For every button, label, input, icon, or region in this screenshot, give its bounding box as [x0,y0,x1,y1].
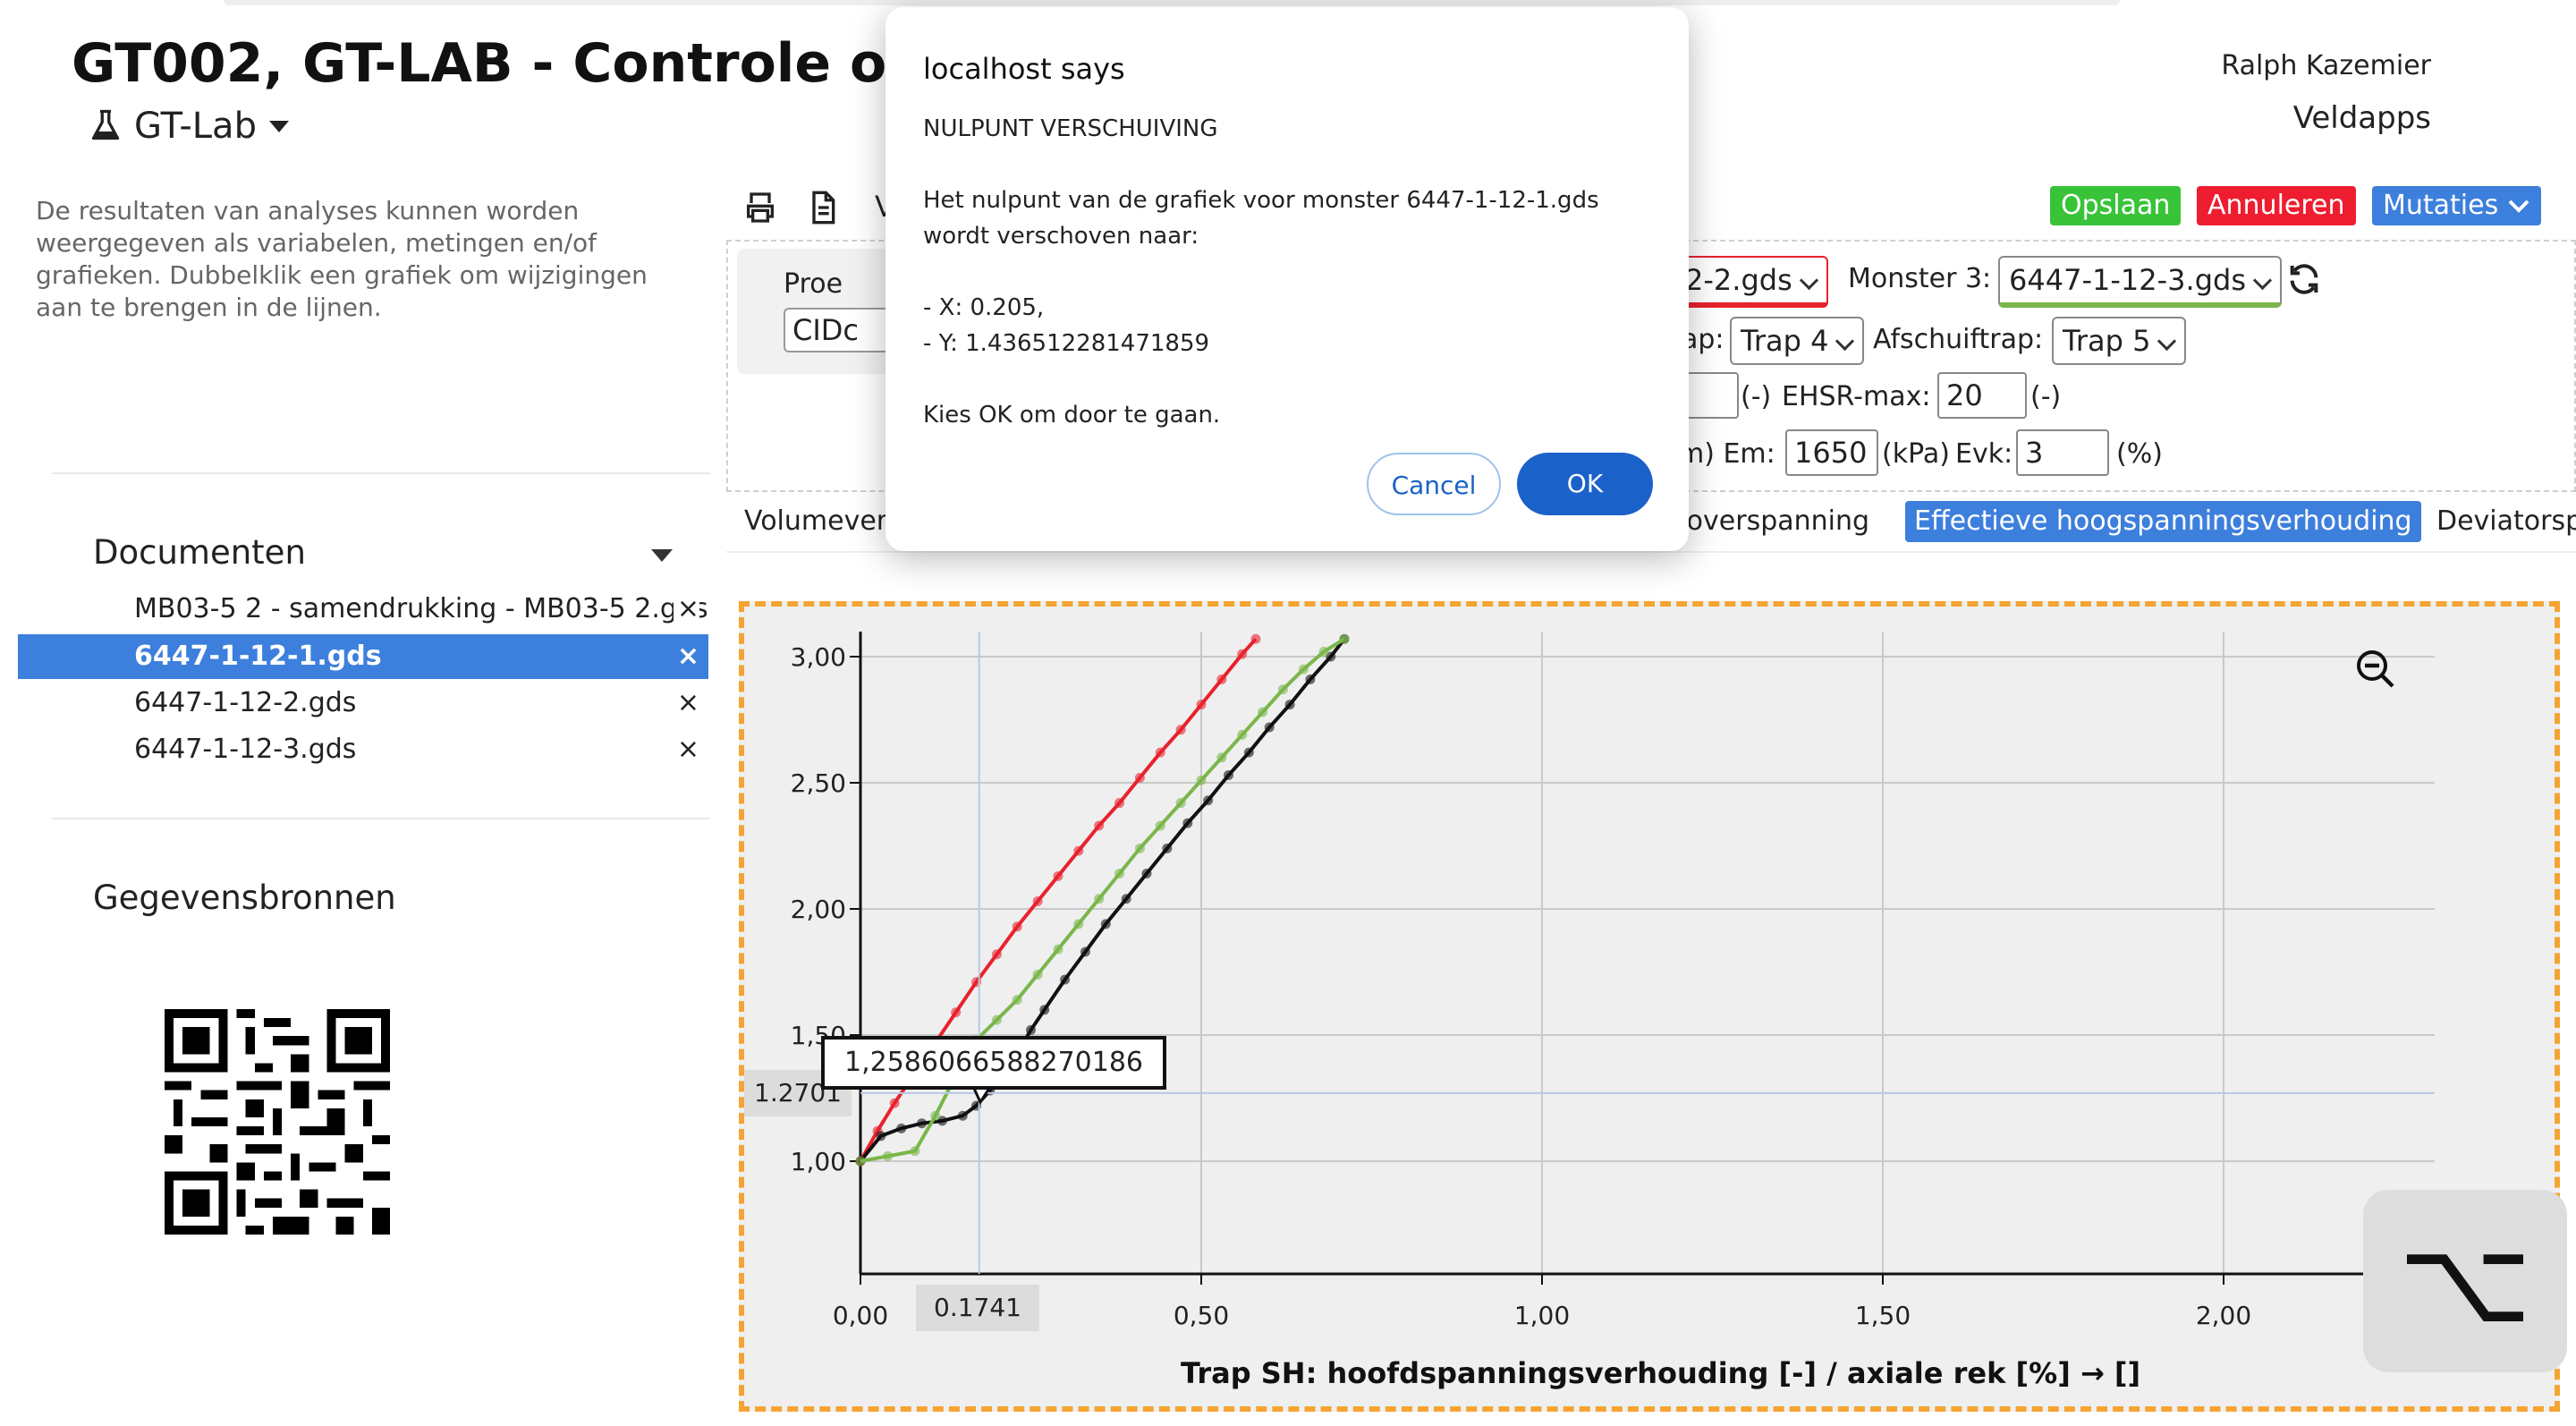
em-input[interactable]: 1650 [1785,429,1878,476]
apps-link[interactable]: Veldapps [2293,100,2431,136]
chevron-down-icon [2157,331,2177,352]
alert-dialog: localhost says NULPUNT VERSCHUIVING Het … [886,7,1689,551]
document-item-active[interactable]: 6447-1-12-1.gds × [18,634,708,679]
evk-unit: (%) [2116,438,2163,470]
lab-menu-label: GT-Lab [134,106,257,147]
page-title: GT002, GT-LAB - Controle onde [72,32,1000,95]
monster2-value: 2-2.gds [1685,263,1792,297]
qr-code-icon [165,1009,390,1235]
dialog-cancel-button[interactable]: Cancel [1367,453,1501,515]
divider [52,818,710,819]
document-icon[interactable] [805,190,841,225]
sources-title: Gegevensbronnen [93,879,396,917]
ehsr-max-label: EHSR-max: [1782,381,1931,412]
close-icon[interactable]: × [677,727,699,772]
dialog-ok-button[interactable]: OK [1517,453,1653,515]
evk-label: Evk: [1955,438,2013,470]
tab-volumeverandering[interactable]: Volumevera [744,501,904,542]
user-name[interactable]: Ralph Kazemier [2221,50,2431,81]
document-label: 6447-1-12-2.gds [134,687,357,718]
close-icon[interactable]: × [673,587,699,632]
proef-select[interactable]: CIDc [784,308,902,352]
mutations-button[interactable]: Mutaties [2372,186,2542,225]
chevron-down-icon [2508,199,2529,213]
close-icon[interactable]: × [677,681,699,726]
afschuiftrap-label: Afschuiftrap: [1873,324,2044,355]
monster3-label: Monster 3: [1848,263,1992,294]
tabs-divider [726,551,2576,553]
caret-down-icon [268,120,289,132]
afschuiftrap-value: Trap 5 [2063,324,2151,358]
em-label: m) Em: [1678,438,1775,470]
tab-poriewateroverspanning[interactable]: roverspanning [1676,501,1869,542]
close-icon[interactable]: × [677,634,699,679]
browser-top-strip [224,0,2120,5]
chart-tooltip: 1,2586066588270186 [821,1036,1167,1090]
chevron-down-icon [1835,331,1855,352]
intro-text: De resultaten van analyses kunnen worden… [36,196,648,322]
evk-input[interactable]: 3 [2016,429,2109,476]
chevron-down-icon [1799,270,1818,291]
monster2-select[interactable]: 2-2.gds [1674,256,1828,308]
cancel-button[interactable]: Annuleren [2197,186,2356,225]
afschuiftrap-select[interactable]: Trap 5 [2052,317,2187,365]
tab-effectieve-hoogspanningsverhouding[interactable]: Effectieve hoogspanningsverhouding [1905,501,2421,542]
document-label: MB03-5 2 - samendrukking - MB03-5 2.gds [134,593,708,624]
trap-select[interactable]: Trap 4 [1730,317,1865,365]
divider [52,472,710,474]
tab-deviatorspanning[interactable]: Deviatorsp [2436,501,2576,542]
x-cursor-label: 0.1741 [916,1285,1039,1331]
dialog-message: NULPUNT VERSCHUIVING Het nulpunt van de … [923,115,1599,429]
documents-collapse-icon[interactable] [651,549,673,562]
mutations-label: Mutaties [2383,190,2499,221]
unit-label: (-) [2030,381,2062,412]
document-item[interactable]: 6447-1-12-2.gds × [18,681,708,726]
documents-title: Documenten [93,533,306,572]
ehsr-max-input[interactable]: 20 [1937,372,2027,419]
monster3-value: 6447-1-12-3.gds [2009,263,2246,297]
em-unit: (kPa) [1882,438,1950,470]
save-button[interactable]: Opslaan [2050,186,2182,225]
refresh-icon[interactable] [2286,261,2322,297]
x-axis-title: Trap SH: hoofdspanningsverhouding [-] / … [1181,1356,2141,1390]
document-label: 6447-1-12-1.gds [134,641,382,672]
unit-label: (-) [1741,381,1772,412]
flask-icon [91,109,120,140]
zoom-out-icon[interactable] [2354,648,2397,691]
document-item[interactable]: 6447-1-12-3.gds × [18,727,708,772]
print-icon[interactable] [742,190,778,225]
dialog-title: localhost says [923,52,1125,86]
document-item[interactable]: MB03-5 2 - samendrukking - MB03-5 2.gds … [18,587,708,632]
document-label: 6447-1-12-3.gds [134,734,357,765]
lab-menu[interactable]: GT-Lab [89,106,289,147]
proef-label: Proe [784,268,843,300]
option-key-icon: ⌥ [2398,1213,2532,1349]
chevron-down-icon [2252,270,2273,291]
trap-value: Trap 4 [1741,324,1829,358]
monster3-select[interactable]: 6447-1-12-3.gds [1998,256,2282,308]
option-key-overlay: ⌥ [2363,1190,2567,1372]
